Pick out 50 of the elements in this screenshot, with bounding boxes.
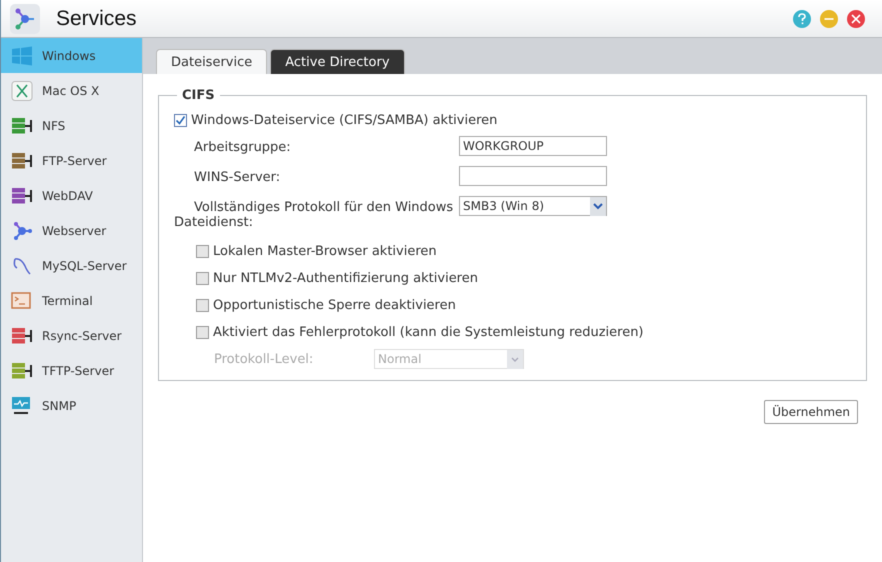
sidebar-item[interactable]: Webserver: [1, 213, 142, 248]
tab[interactable]: Active Directory: [270, 49, 405, 74]
sidebar-item[interactable]: WebDAV: [1, 178, 142, 213]
minimize-icon[interactable]: [820, 10, 838, 28]
sidebar-item[interactable]: MySQL-Server: [1, 248, 142, 283]
checkbox-label: Windows-Dateiservice (CIFS/SAMBA) aktivieren: [191, 113, 498, 128]
input-field[interactable]: [459, 166, 607, 186]
service-icon: [11, 150, 33, 170]
dropdown[interactable]: SMB3 (Win 8): [459, 196, 607, 216]
checkbox-label: Nur NTLMv2-Authentifizierung aktivieren: [213, 271, 478, 286]
service-icon: [11, 290, 33, 310]
field-label: Protokoll-Level:: [214, 352, 314, 366]
field-label: Vollständiges Protokoll für den Windows Dateidienst:: [174, 199, 454, 230]
sidebar-item[interactable]: Mac OS X: [1, 73, 142, 108]
sidebar-item[interactable]: SNMP: [1, 388, 142, 423]
caret-icon: [590, 196, 606, 216]
sidebar-item[interactable]: Terminal: [1, 283, 142, 318]
service-icon: [11, 256, 33, 276]
window-title: Services: [56, 6, 137, 30]
sidebar-item[interactable]: Windows: [1, 38, 142, 73]
checkbox-label: Aktiviert das Fehlerprotokoll (kann die Systemleistung reduzieren): [213, 325, 644, 340]
service-icon: [11, 116, 33, 136]
service-icon: [11, 186, 33, 206]
app-icon: [10, 4, 40, 34]
tab[interactable]: Dateiservice: [156, 49, 268, 74]
sidebar-item[interactable]: Rsync-Server: [1, 318, 142, 353]
service-icon: [11, 80, 33, 100]
checkbox-label: Lokalen Master-Browser aktivieren: [213, 244, 437, 259]
caret-icon: [507, 350, 523, 368]
service-icon: [11, 360, 33, 380]
checkbox-label: Opportunistische Sperre deaktivieren: [213, 298, 456, 313]
group-title: CIFS: [181, 88, 216, 103]
input-field[interactable]: WORKGROUP: [459, 136, 607, 156]
checkbox[interactable]: [196, 245, 209, 258]
checkbox[interactable]: [196, 272, 209, 285]
close-icon[interactable]: [847, 10, 865, 28]
checkbox[interactable]: [174, 114, 187, 127]
sidebar-item[interactable]: TFTP-Server: [1, 353, 142, 388]
service-icon: [11, 396, 33, 416]
apply-button[interactable]: Übernehmen: [764, 400, 858, 424]
help-icon[interactable]: [793, 10, 811, 28]
service-icon: [11, 220, 33, 240]
sidebar-item[interactable]: FTP-Server: [1, 143, 142, 178]
sidebar-item[interactable]: NFS: [1, 108, 142, 143]
checkbox[interactable]: [196, 299, 209, 312]
service-icon: [11, 46, 33, 66]
service-icon: [11, 326, 33, 346]
checkbox[interactable]: [196, 326, 209, 339]
field-label: WINS-Server:: [193, 169, 282, 185]
field-label: Arbeitsgruppe:: [193, 139, 292, 155]
